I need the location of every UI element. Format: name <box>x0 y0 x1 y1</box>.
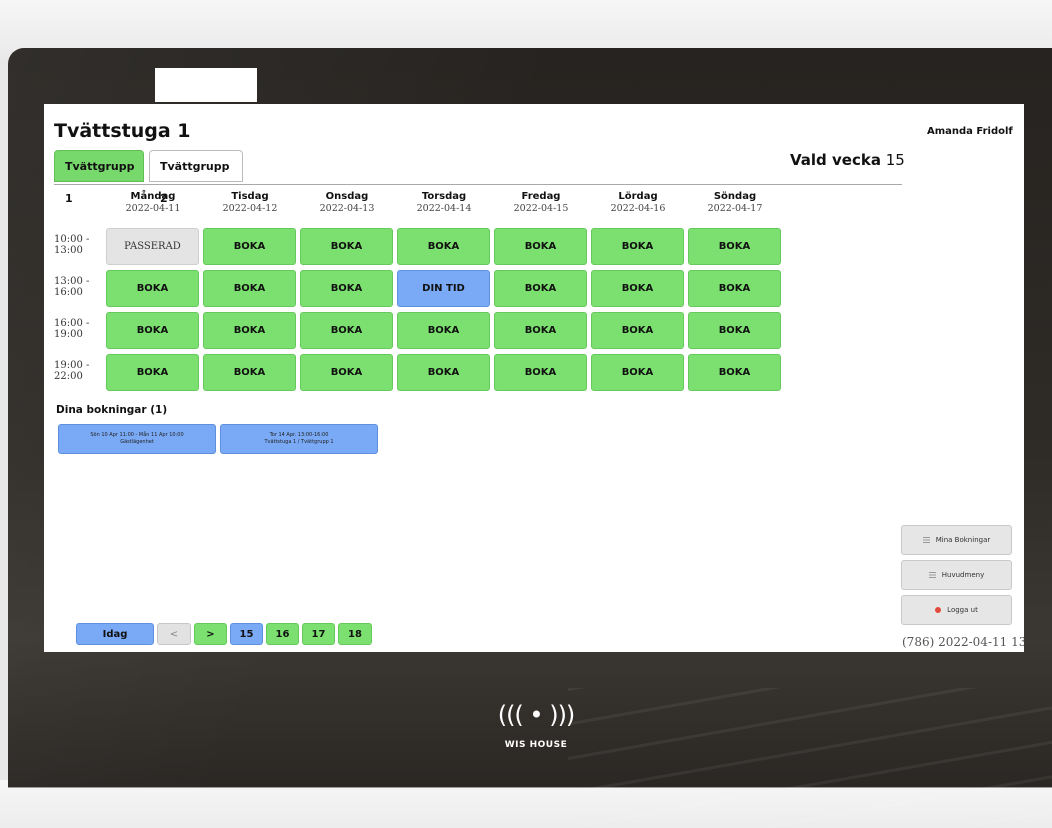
week-number: 15 <box>885 151 905 169</box>
clock-status: (786) 2022-04-11 13:47 <box>902 635 1024 649</box>
day-header: Torsdag 2022-04-14 <box>396 191 492 214</box>
my-bookings-title: Dina bokningar (1) <box>56 404 168 416</box>
slot-book-button[interactable]: BOKA <box>494 354 587 391</box>
time-slot-start: 13:00 - <box>54 276 90 287</box>
slot-book-button[interactable]: BOKA <box>106 270 199 307</box>
booking-place: Tvättstuga 1 / Tvättgrupp 1 <box>264 439 334 445</box>
slot-book-button[interactable]: BOKA <box>397 354 490 391</box>
week-button-17[interactable]: 17 <box>302 623 335 645</box>
booking-place: Gästlägenhet <box>120 439 154 445</box>
day-date: 2022-04-16 <box>610 203 666 214</box>
time-slot-start: 10:00 - <box>54 234 90 245</box>
booking-time: Sön 10 Apr 11:00 - Mån 11 Apr 10:00 <box>90 432 184 438</box>
day-name: Fredag <box>521 191 561 202</box>
time-slot-label: 16:00 -19:00 <box>54 318 104 340</box>
day-name: Lördag <box>618 191 658 202</box>
slot-book-button[interactable]: BOKA <box>203 354 296 391</box>
slot-book-button[interactable]: BOKA <box>688 228 781 265</box>
slot-book-button[interactable]: BOKA <box>300 270 393 307</box>
tab-tvattgrupp-2[interactable]: Tvättgrupp 2 <box>149 150 243 205</box>
day-name: Måndag <box>130 191 176 202</box>
slot-book-button[interactable]: BOKA <box>300 312 393 349</box>
wishouse-logo: ((( • ))) WIS HOUSE <box>496 700 576 770</box>
slot-book-button[interactable]: BOKA <box>203 312 296 349</box>
time-slot-end: 13:00 <box>54 245 83 256</box>
time-slot-end: 22:00 <box>54 371 83 382</box>
slot-book-button[interactable]: BOKA <box>494 228 587 265</box>
week-button-16[interactable]: 16 <box>266 623 299 645</box>
brand-name: WIS HOUSE <box>504 740 568 750</box>
slot-book-button[interactable]: BOKA <box>300 354 393 391</box>
slot-book-button[interactable]: BOKA <box>591 354 684 391</box>
time-slot-start: 16:00 - <box>54 318 90 329</box>
main-menu-button[interactable]: Huvudmeny <box>901 560 1012 590</box>
slot-book-button[interactable]: BOKA <box>106 354 199 391</box>
my-bookings-label: Mina Bokningar <box>935 536 991 544</box>
logout-icon <box>935 607 942 613</box>
time-slot-label: 19:00 -22:00 <box>54 360 104 382</box>
day-name: Torsdag <box>421 191 467 202</box>
day-name: Onsdag <box>325 191 369 202</box>
slot-book-button[interactable]: BOKA <box>494 270 587 307</box>
day-header: Onsdag 2022-04-13 <box>299 191 395 214</box>
next-week-button[interactable]: > <box>194 623 227 645</box>
time-slot-start: 19:00 - <box>54 360 90 371</box>
week-label: Vald vecka <box>790 151 881 169</box>
main-menu-label: Huvudmeny <box>941 571 985 579</box>
booking-screen: Tvättstuga 1 Amanda Fridolf Tvättgrupp 1… <box>44 104 1024 652</box>
background-stairs <box>568 688 1052 828</box>
week-button-15[interactable]: 15 <box>230 623 263 645</box>
slot-book-button[interactable]: BOKA <box>591 312 684 349</box>
tab-tvattgrupp-1[interactable]: Tvättgrupp 1 <box>54 150 144 205</box>
slot-book-button[interactable]: BOKA <box>203 228 296 265</box>
day-date: 2022-04-17 <box>707 203 763 214</box>
logout-button[interactable]: Logga ut <box>901 595 1012 625</box>
day-header: Tisdag 2022-04-12 <box>202 191 298 214</box>
day-date: 2022-04-12 <box>222 203 278 214</box>
slot-book-button[interactable]: BOKA <box>688 270 781 307</box>
slot-book-button[interactable]: BOKA <box>397 228 490 265</box>
selected-week: Vald vecka 15 <box>790 151 905 169</box>
my-bookings-button[interactable]: Mina Bokningar <box>901 525 1012 555</box>
slot-book-button[interactable]: BOKA <box>688 354 781 391</box>
booking-card[interactable]: Sön 10 Apr 11:00 - Mån 11 Apr 10:00 Gäst… <box>58 424 216 454</box>
user-name: Amanda Fridolf <box>927 126 1013 137</box>
day-date: 2022-04-13 <box>319 203 375 214</box>
day-date: 2022-04-11 <box>125 203 181 214</box>
day-date: 2022-04-15 <box>513 203 569 214</box>
time-slot-end: 19:00 <box>54 329 83 340</box>
wireless-icon: ((( • ))) <box>497 701 576 729</box>
list-icon <box>928 572 936 578</box>
slot-book-button[interactable]: BOKA <box>591 228 684 265</box>
prev-week-button[interactable]: < <box>157 623 191 645</box>
day-header: Lördag 2022-04-16 <box>590 191 686 214</box>
slot-my-booking[interactable]: DIN TID <box>397 270 490 307</box>
slot-book-button[interactable]: BOKA <box>494 312 587 349</box>
slot-book-button[interactable]: BOKA <box>688 312 781 349</box>
page-title: Tvättstuga 1 <box>54 120 191 142</box>
tab-divider <box>54 184 902 185</box>
booking-card[interactable]: Tor 14 Apr. 13:00-16:00 Tvättstuga 1 / T… <box>220 424 378 454</box>
list-icon <box>922 537 930 543</box>
week-button-18[interactable]: 18 <box>338 623 372 645</box>
camera-cover <box>155 68 257 102</box>
slot-book-button[interactable]: BOKA <box>203 270 296 307</box>
slot-passed: PASSERAD <box>106 228 199 265</box>
day-name: Söndag <box>713 191 757 202</box>
day-name: Tisdag <box>231 191 269 202</box>
day-header: Måndag 2022-04-11 <box>105 191 201 214</box>
booking-time: Tor 14 Apr. 13:00-16:00 <box>269 432 329 438</box>
slot-book-button[interactable]: BOKA <box>397 312 490 349</box>
day-header: Söndag 2022-04-17 <box>687 191 783 214</box>
slot-book-button[interactable]: BOKA <box>591 270 684 307</box>
time-slot-label: 10:00 -13:00 <box>54 234 104 256</box>
day-date: 2022-04-14 <box>416 203 472 214</box>
today-button[interactable]: Idag <box>76 623 154 645</box>
time-slot-label: 13:00 -16:00 <box>54 276 104 298</box>
logout-label: Logga ut <box>947 606 978 614</box>
time-slot-end: 16:00 <box>54 287 83 298</box>
slot-book-button[interactable]: BOKA <box>300 228 393 265</box>
slot-book-button[interactable]: BOKA <box>106 312 199 349</box>
day-header: Fredag 2022-04-15 <box>493 191 589 214</box>
